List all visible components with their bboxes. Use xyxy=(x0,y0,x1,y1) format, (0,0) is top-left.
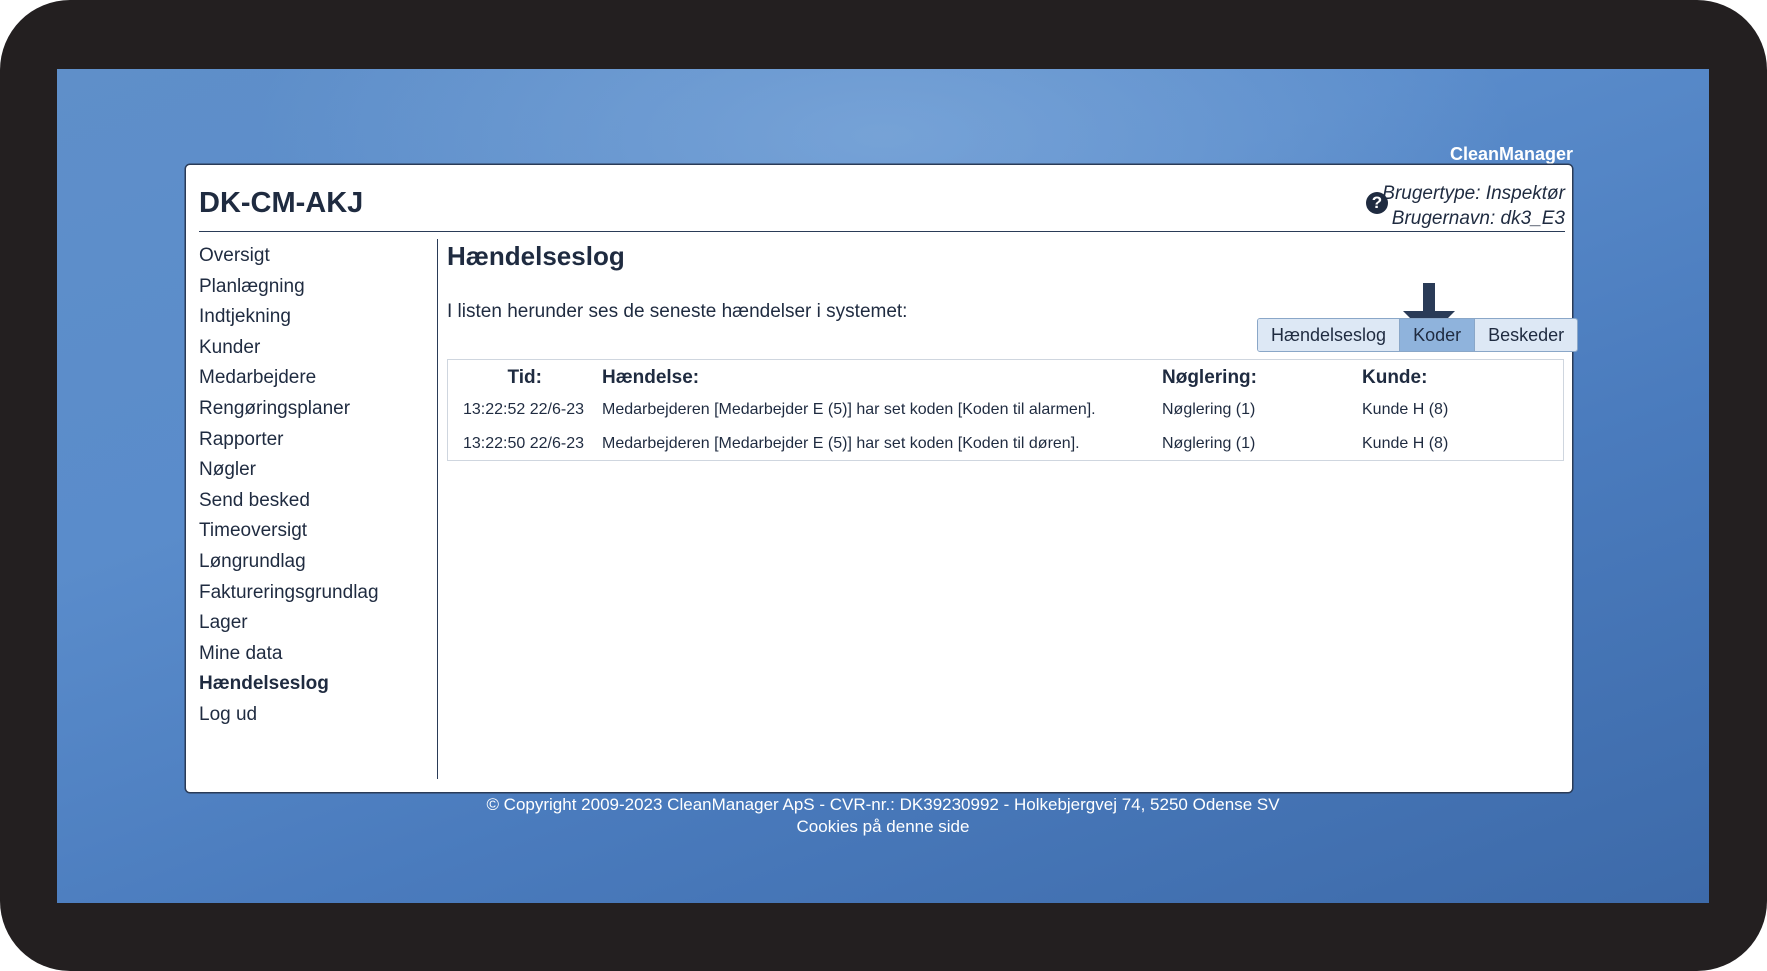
sidebar-item-medarbejdere[interactable]: Medarbejdere xyxy=(199,363,419,394)
tab-beskeder[interactable]: Beskeder xyxy=(1475,319,1578,351)
event-log-table: Tid: Hændelse: Nøglering: Kunde: 13:22:5… xyxy=(447,359,1564,461)
sidebar-item-kunder[interactable]: Kunder xyxy=(199,333,419,364)
main-panel: DK-CM-AKJ ? Brugertype: Inspektør Bruger… xyxy=(186,165,1579,792)
sidebar-item-noegler[interactable]: Nøgler xyxy=(199,455,419,486)
row-1-time: 13:22:52 22/6-23 xyxy=(463,401,584,418)
user-type: Brugertype: Inspektør xyxy=(1382,183,1565,204)
device-frame: CleanManager DK-CM-AKJ ? Brugertype: Ins… xyxy=(0,0,1767,971)
sidebar-item-loengrundlag[interactable]: Løngrundlag xyxy=(199,547,419,578)
sidebar-item-rengoeringsplaner[interactable]: Rengøringsplaner xyxy=(199,394,419,425)
row-1-customer: Kunde H (8) xyxy=(1362,401,1449,418)
main-content: Hændelseslog I listen herunder ses de se… xyxy=(447,241,1579,792)
footer: © Copyright 2009-2023 CleanManager ApS -… xyxy=(57,794,1709,838)
header-haendelse: Hændelse: xyxy=(602,367,700,388)
brand-logo: CleanManager xyxy=(1449,144,1573,164)
row-1-event: Medarbejderen [Medarbejder E (5)] har se… xyxy=(602,401,1096,418)
sidebar-item-log-ud[interactable]: Log ud xyxy=(199,700,419,731)
title-divider xyxy=(199,231,1565,232)
sidebar-item-indtjekning[interactable]: Indtjekning xyxy=(199,302,419,333)
sidebar-item-faktureringsgrundlag[interactable]: Faktureringsgrundlag xyxy=(199,578,419,609)
intro-text: I listen herunder ses de seneste hændels… xyxy=(447,301,908,322)
header-kunde: Kunde: xyxy=(1362,367,1428,388)
sidebar-item-send-besked[interactable]: Send besked xyxy=(199,486,419,517)
screen: CleanManager DK-CM-AKJ ? Brugertype: Ins… xyxy=(57,69,1709,903)
sidebar-item-timeoversigt[interactable]: Timeoversigt xyxy=(199,516,419,547)
row-1-keyring: Nøglering (1) xyxy=(1162,401,1256,418)
tab-koder[interactable]: Koder xyxy=(1400,319,1476,351)
sidebar-divider xyxy=(437,239,438,779)
user-name: Brugernavn: dk3_E3 xyxy=(1391,208,1565,229)
row-2-event: Medarbejderen [Medarbejder E (5)] har se… xyxy=(602,435,1080,452)
sidebar-item-oversigt[interactable]: Oversigt xyxy=(199,241,419,272)
header-tid: Tid: xyxy=(507,367,542,388)
cookies-link[interactable]: Cookies på denne side xyxy=(797,817,970,836)
sidebar-item-rapporter[interactable]: Rapporter xyxy=(199,425,419,456)
log-tabs: Hændelseslog Koder Beskeder xyxy=(1257,318,1579,352)
row-2-keyring: Nøglering (1) xyxy=(1162,435,1256,452)
sidebar-item-haendelseslog[interactable]: Hændelseslog xyxy=(199,669,419,700)
row-2-customer: Kunde H (8) xyxy=(1362,435,1449,452)
tab-haendelseslog[interactable]: Hændelseslog xyxy=(1258,319,1401,351)
copyright-text: © Copyright 2009-2023 CleanManager ApS -… xyxy=(486,795,1280,814)
sidebar-item-planlaegning[interactable]: Planlægning xyxy=(199,272,419,303)
section-title: Hændelseslog xyxy=(447,241,625,271)
sidebar-item-mine-data[interactable]: Mine data xyxy=(199,639,419,670)
header-noeglering: Nøglering: xyxy=(1162,367,1257,388)
row-2-time: 13:22:50 22/6-23 xyxy=(463,435,584,452)
user-info: Brugertype: Inspektør Brugernavn: dk3_E3 xyxy=(1382,181,1565,231)
sidebar-nav: Oversigt Planlægning Indtjekning Kunder … xyxy=(199,241,419,731)
page-title: DK-CM-AKJ xyxy=(199,187,364,219)
sidebar-item-lager[interactable]: Lager xyxy=(199,608,419,639)
